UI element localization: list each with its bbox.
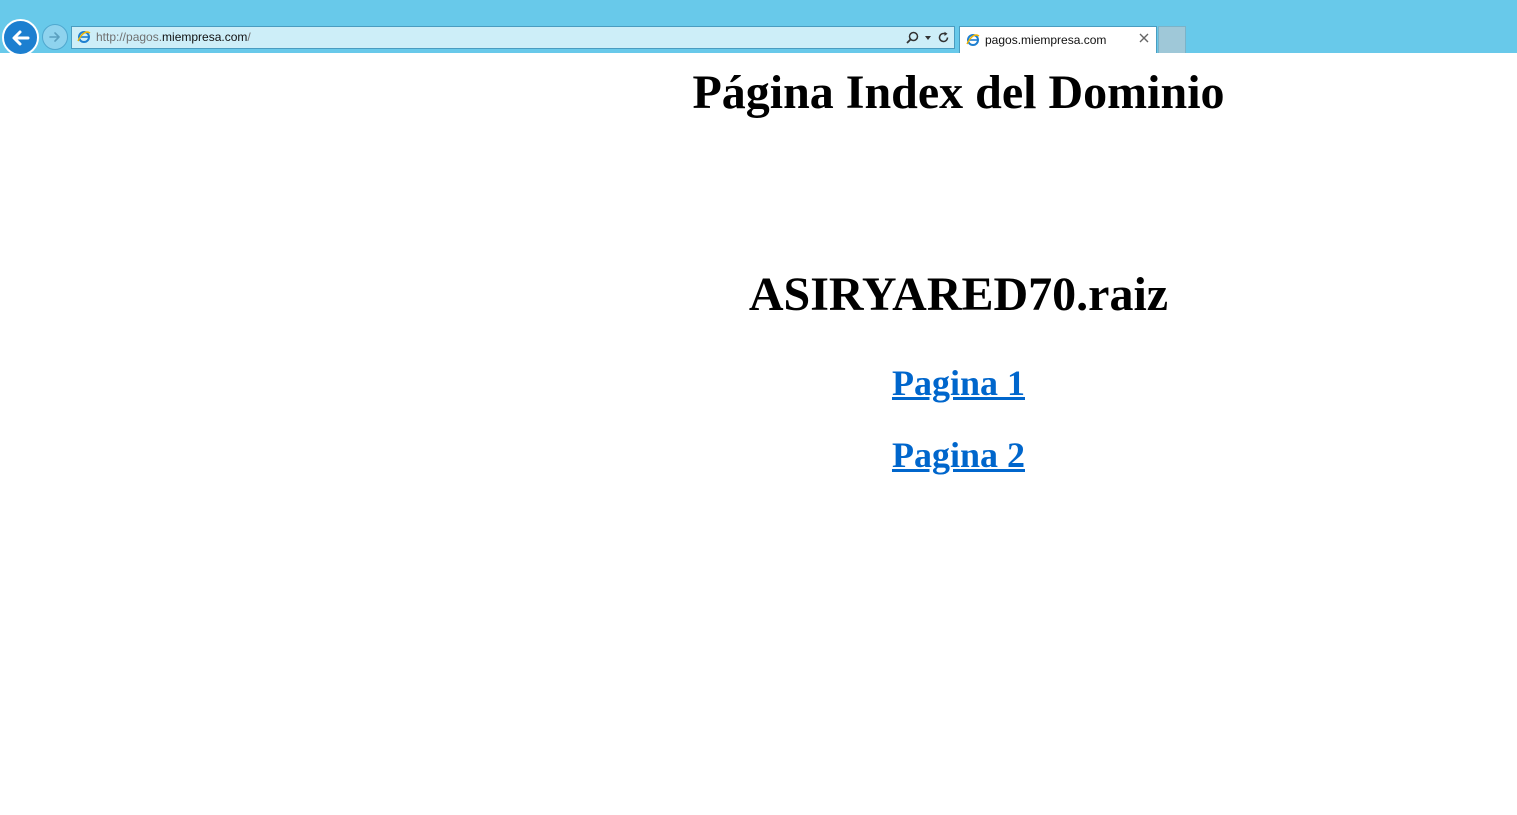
ie-icon [966, 34, 980, 46]
new-tab-button[interactable] [1158, 26, 1186, 53]
search-icon[interactable] [906, 31, 919, 44]
tab-close-button[interactable] [1137, 31, 1151, 45]
forward-arrow-icon [49, 32, 60, 42]
link-pagina-2[interactable]: Pagina 2 [892, 434, 1025, 476]
page-content: Página Index del Dominio ASIRYARED70.rai… [400, 53, 1517, 476]
link-pagina-1[interactable]: Pagina 1 [892, 362, 1025, 404]
tab-pagos-miempresa[interactable]: pagos.miempresa.com [959, 26, 1157, 53]
back-arrow-icon [12, 30, 29, 45]
browser-toolbar: http://pagos.miempresa.com/ pagos.miempr… [0, 0, 1517, 56]
close-icon [1139, 33, 1149, 43]
refresh-icon[interactable] [937, 31, 950, 44]
address-tools [906, 29, 950, 46]
url-text[interactable]: http://pagos.miempresa.com/ [96, 30, 251, 45]
ie-icon [77, 31, 91, 43]
page-title: Página Index del Dominio [692, 66, 1225, 119]
link-list: Pagina 1 Pagina 2 [400, 362, 1517, 476]
dropdown-icon[interactable] [924, 31, 932, 44]
url-prefix: http://pagos. [96, 30, 163, 44]
address-bar[interactable]: http://pagos.miempresa.com/ [71, 26, 955, 49]
tab-title: pagos.miempresa.com [985, 33, 1107, 47]
back-button[interactable] [2, 19, 39, 56]
url-suffix: / [247, 30, 251, 44]
forward-button[interactable] [42, 24, 68, 50]
domain-heading: ASIRYARED70.raiz [748, 268, 1169, 321]
url-host: miempresa.com [162, 30, 248, 44]
